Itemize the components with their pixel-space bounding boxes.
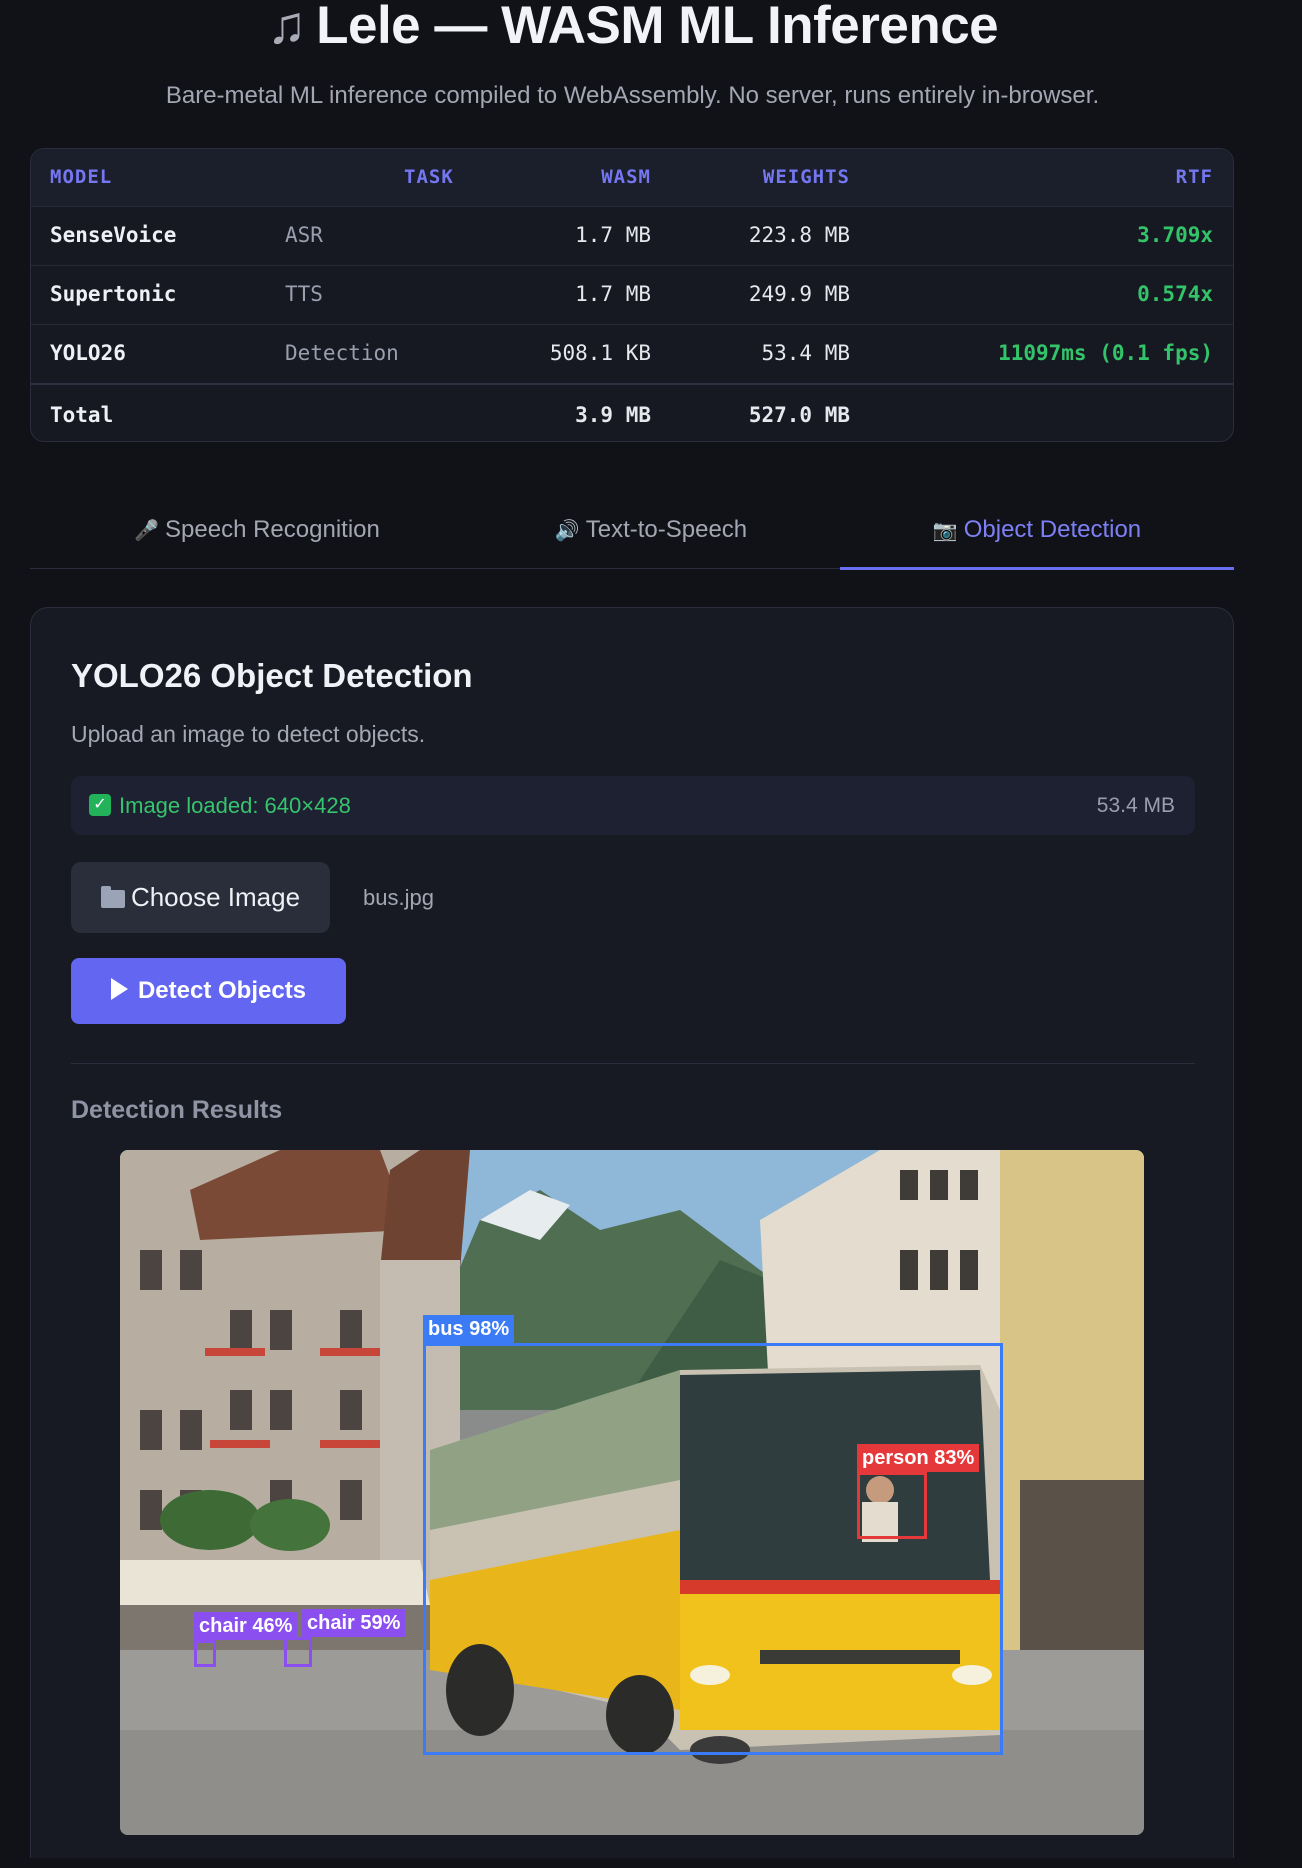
page-title: ♫ Lele — WASM ML Inference bbox=[0, 0, 1265, 52]
status-bar: ✓ Image loaded: 640×428 53.4 MB bbox=[71, 776, 1195, 835]
total-wasm-size: 3.9 MB bbox=[575, 403, 651, 427]
folder-icon bbox=[100, 886, 125, 908]
tab-speech-recognition[interactable]: 🎤 Speech Recognition bbox=[60, 497, 454, 569]
detection-panel: YOLO26 Object Detection Upload an image … bbox=[30, 607, 1234, 1868]
tab-bar: 🎤 Speech Recognition 🔊 Text-to-Speech 📷 Obj… bbox=[30, 497, 1234, 570]
total-label: Total bbox=[50, 403, 114, 427]
status-text: Image loaded: 640×428 bbox=[119, 793, 351, 818]
tab-text-to-speech[interactable]: 🔊 Text-to-Speech bbox=[454, 497, 848, 569]
table-row: Supertonic TTS 1.7 MB 249.9 MB 0.574x bbox=[31, 265, 1233, 324]
model-rtf: 3.709x bbox=[1137, 223, 1213, 247]
model-rtf: 0.574x bbox=[1137, 282, 1213, 306]
detection-label-chair: chair 46% bbox=[194, 1612, 298, 1640]
music-note-icon: ♫ bbox=[266, 0, 307, 52]
selected-file-name: bus.jpg bbox=[363, 885, 434, 910]
model-name: YOLO26 bbox=[50, 341, 126, 365]
model-task: ASR bbox=[285, 223, 323, 247]
speaker-icon: 🔊 bbox=[554, 520, 580, 542]
detection-box-chair bbox=[284, 1637, 312, 1667]
tab-label: Object Detection bbox=[963, 516, 1142, 543]
choose-image-button[interactable]: Choose Image bbox=[71, 862, 330, 933]
column-header-wasm: WASM bbox=[601, 166, 651, 188]
detection-label-person: person 83% bbox=[857, 1444, 980, 1472]
table-header-row: MODEL TASK WASM WEIGHTS RTF bbox=[31, 149, 1233, 206]
choose-image-label: Choose Image bbox=[130, 882, 301, 912]
model-task: Detection bbox=[285, 341, 399, 365]
table-total-row: Total 3.9 MB 527.0 MB bbox=[31, 383, 1233, 441]
model-size: 53.4 MB bbox=[1096, 794, 1175, 817]
column-header-model: MODEL bbox=[50, 166, 113, 188]
detection-label-chair: chair 59% bbox=[302, 1609, 406, 1637]
detection-label-bus: bus 98% bbox=[423, 1315, 515, 1343]
play-icon bbox=[110, 978, 128, 1000]
panel-description: Upload an image to detect objects. bbox=[71, 721, 426, 747]
table-row: SenseVoice ASR 1.7 MB 223.8 MB 3.709x bbox=[31, 206, 1233, 265]
models-table: MODEL TASK WASM WEIGHTS RTF SenseVoice A… bbox=[30, 148, 1234, 442]
detect-objects-label: Detect Objects bbox=[137, 977, 307, 1004]
check-icon: ✓ bbox=[89, 794, 111, 816]
table-row: YOLO26 Detection 508.1 KB 53.4 MB 11097m… bbox=[31, 324, 1233, 383]
model-weights-size: 249.9 MB bbox=[748, 282, 850, 306]
divider bbox=[71, 1063, 1195, 1064]
model-weights-size: 223.8 MB bbox=[748, 223, 850, 247]
detection-result-image: bus 98% person 83% chair 46% chair 59% bbox=[120, 1150, 1144, 1835]
detect-objects-button[interactable]: Detect Objects bbox=[71, 958, 346, 1024]
active-tab-indicator bbox=[840, 567, 1234, 570]
model-task: TTS bbox=[285, 282, 323, 306]
model-wasm-size: 508.1 KB bbox=[549, 341, 651, 365]
tab-object-detection[interactable]: 📷 Object Detection bbox=[840, 497, 1234, 570]
tab-label: Speech Recognition bbox=[165, 516, 380, 543]
column-header-weights: WEIGHTS bbox=[762, 166, 850, 188]
column-header-task: TASK bbox=[404, 166, 454, 188]
page-title-text: Lele — WASM ML Inference bbox=[316, 0, 999, 52]
tab-label: Text-to-Speech bbox=[585, 516, 748, 543]
panel-title: YOLO26 Object Detection bbox=[71, 657, 473, 694]
total-weights-size: 527.0 MB bbox=[748, 403, 850, 427]
page-subtitle: Bare-metal ML inference compiled to WebA… bbox=[165, 82, 1100, 109]
column-header-rtf: RTF bbox=[1175, 166, 1213, 188]
bottom-edge bbox=[0, 1858, 1302, 1868]
model-weights-size: 53.4 MB bbox=[761, 341, 850, 365]
detection-box-person bbox=[857, 1472, 927, 1539]
results-title: Detection Results bbox=[71, 1096, 283, 1124]
camera-icon: 📷 bbox=[932, 520, 958, 542]
model-rtf: 11097ms (0.1 fps) bbox=[998, 341, 1213, 365]
model-name: SenseVoice bbox=[50, 223, 177, 247]
model-name: Supertonic bbox=[50, 282, 177, 306]
detection-box-chair bbox=[194, 1640, 216, 1667]
model-wasm-size: 1.7 MB bbox=[575, 282, 651, 306]
microphone-icon: 🎤 bbox=[134, 520, 160, 542]
model-wasm-size: 1.7 MB bbox=[575, 223, 651, 247]
page: ♫ Lele — WASM ML Inference Bare-metal ML … bbox=[0, 0, 1302, 1868]
detection-box-bus bbox=[423, 1343, 1003, 1755]
